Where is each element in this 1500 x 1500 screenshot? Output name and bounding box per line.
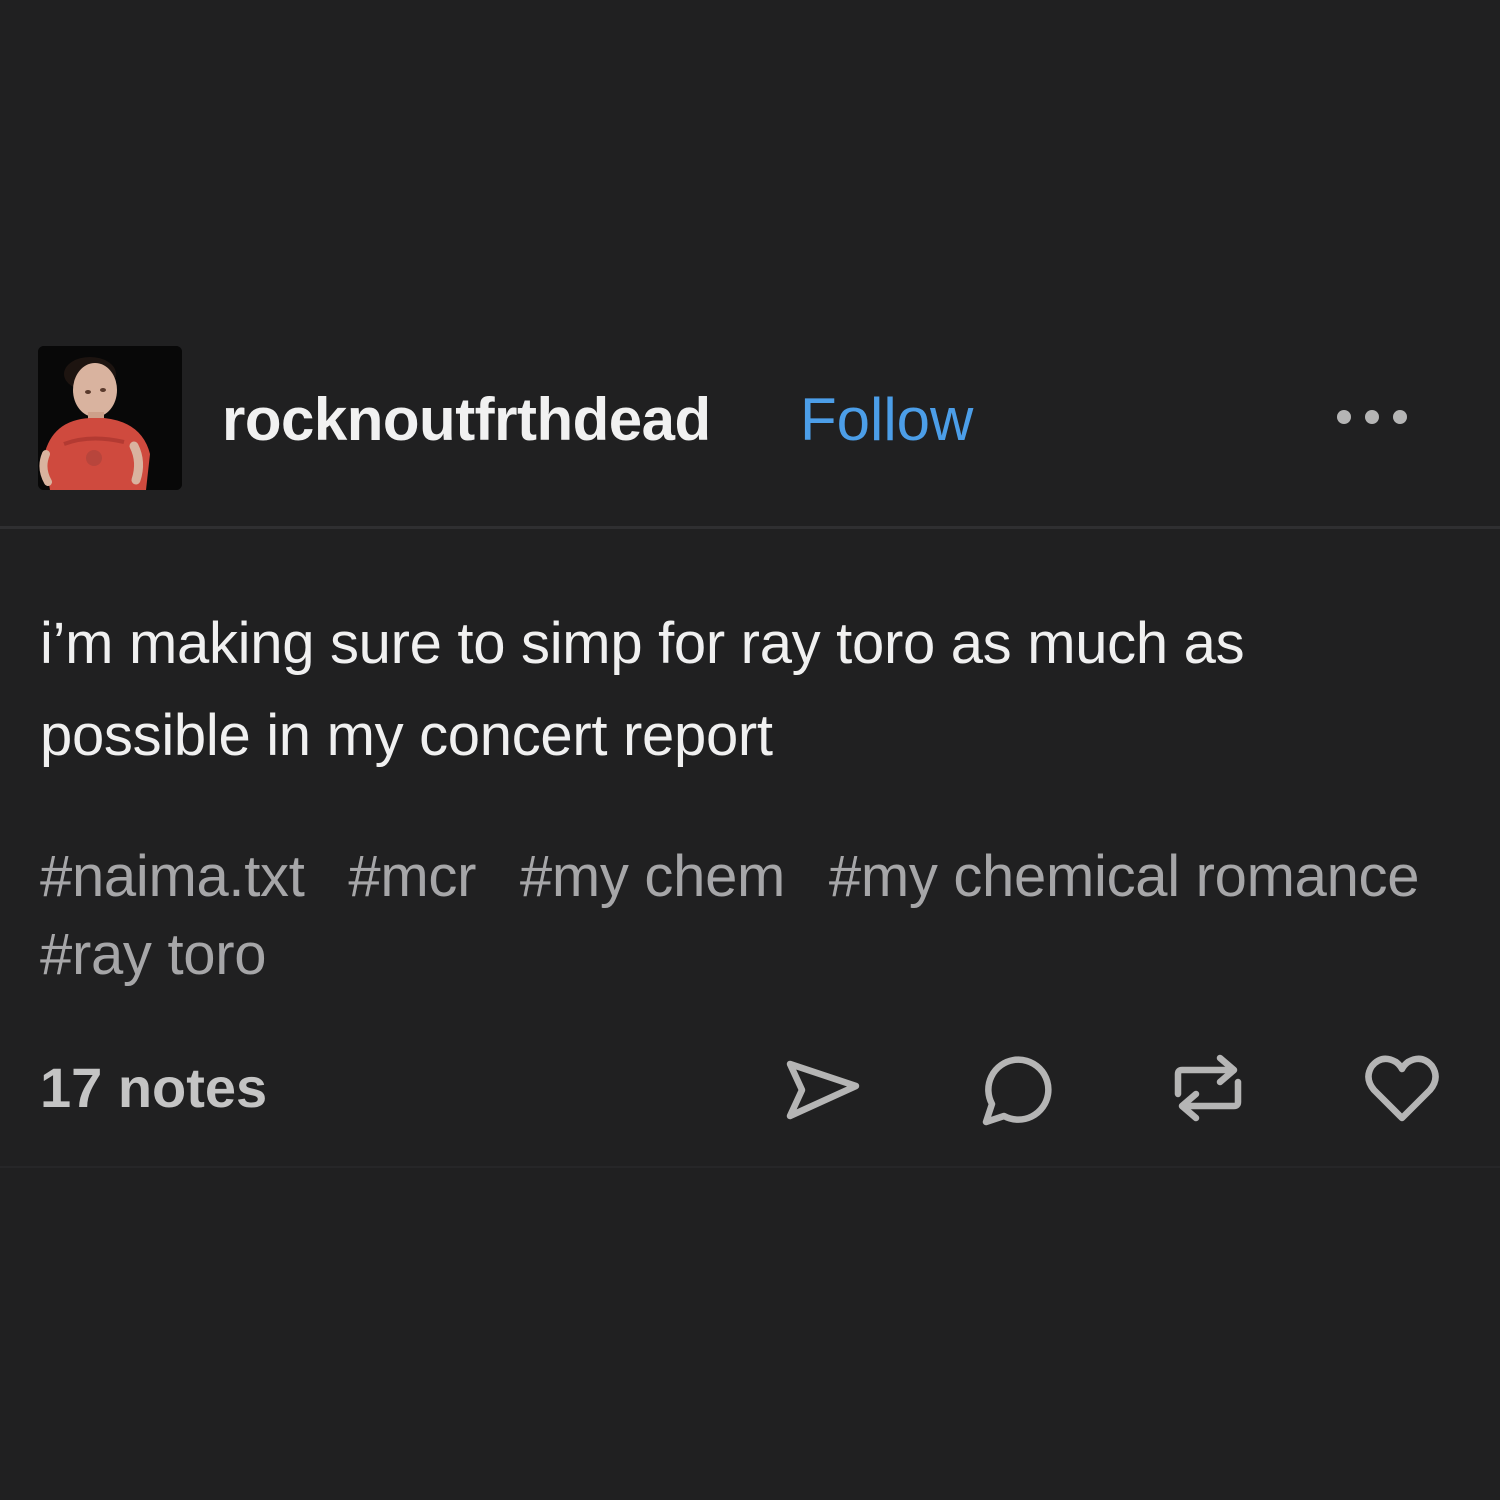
comment-icon[interactable] [972,1046,1056,1130]
post-card: rocknoutfrthdead Follow i’m making sure … [0,0,1500,1500]
heart-icon[interactable] [1360,1046,1444,1130]
header-divider [0,526,1500,529]
post-bottom-divider [0,1166,1500,1168]
tag-link[interactable]: #naima.txt [40,844,305,909]
post-actions [0,1046,1500,1130]
tag-link[interactable]: #my chemical romance [829,844,1420,909]
post-tags: #naima.txt #mcr #my chem #my chemical ro… [40,838,1450,994]
send-icon[interactable] [780,1046,864,1130]
avatar-photo [38,346,182,490]
post-header: rocknoutfrthdead Follow [0,346,1500,492]
tag-link[interactable]: #my chem [520,844,785,909]
follow-button[interactable]: Follow [800,384,973,456]
post-body-text: i’m making sure to simp for ray toro as … [40,611,1245,768]
post-author-username[interactable]: rocknoutfrthdead [222,384,711,456]
tag-link[interactable]: #mcr [348,844,476,909]
more-options-icon[interactable] [1330,402,1416,432]
reblog-icon[interactable] [1166,1046,1250,1130]
tag-link[interactable]: #ray toro [40,922,266,987]
user-avatar[interactable] [38,346,182,490]
